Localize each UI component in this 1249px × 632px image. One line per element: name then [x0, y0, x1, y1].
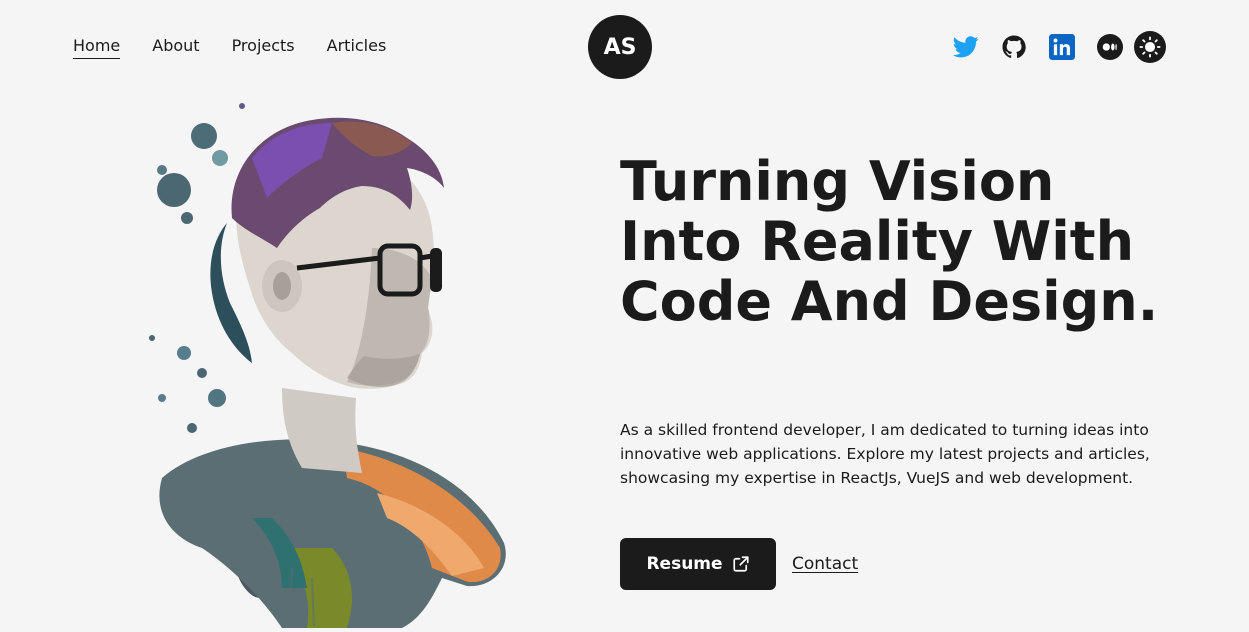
twitter-icon[interactable] — [950, 31, 982, 63]
sun-icon — [1139, 36, 1161, 58]
hero-intro-text: As a skilled frontend developer, I am de… — [620, 421, 1150, 487]
nav-articles[interactable]: Articles — [327, 36, 387, 59]
contact-link[interactable]: Contact — [792, 554, 858, 574]
hero-portrait-image — [149, 103, 506, 628]
resume-button[interactable]: Resume — [620, 538, 776, 590]
linkedin-icon[interactable] — [1046, 31, 1078, 63]
external-link-icon — [732, 556, 749, 572]
github-icon[interactable] — [998, 31, 1030, 63]
theme-toggle-button[interactable] — [1134, 31, 1166, 63]
logo[interactable]: AS — [588, 15, 652, 79]
hero-actions: Resume Contact — [620, 538, 858, 590]
hero-headline: Turning Vision Into Reality With Code An… — [620, 150, 1159, 333]
nav-about[interactable]: About — [152, 36, 199, 59]
social-links — [950, 31, 1166, 63]
logo-initials: AS — [603, 34, 637, 60]
nav-projects[interactable]: Projects — [232, 36, 295, 59]
main-nav: Home About Projects Articles — [73, 36, 386, 59]
nav-home[interactable]: Home — [73, 36, 121, 59]
resume-button-label: Resume — [646, 554, 723, 574]
medium-icon[interactable] — [1094, 31, 1126, 63]
